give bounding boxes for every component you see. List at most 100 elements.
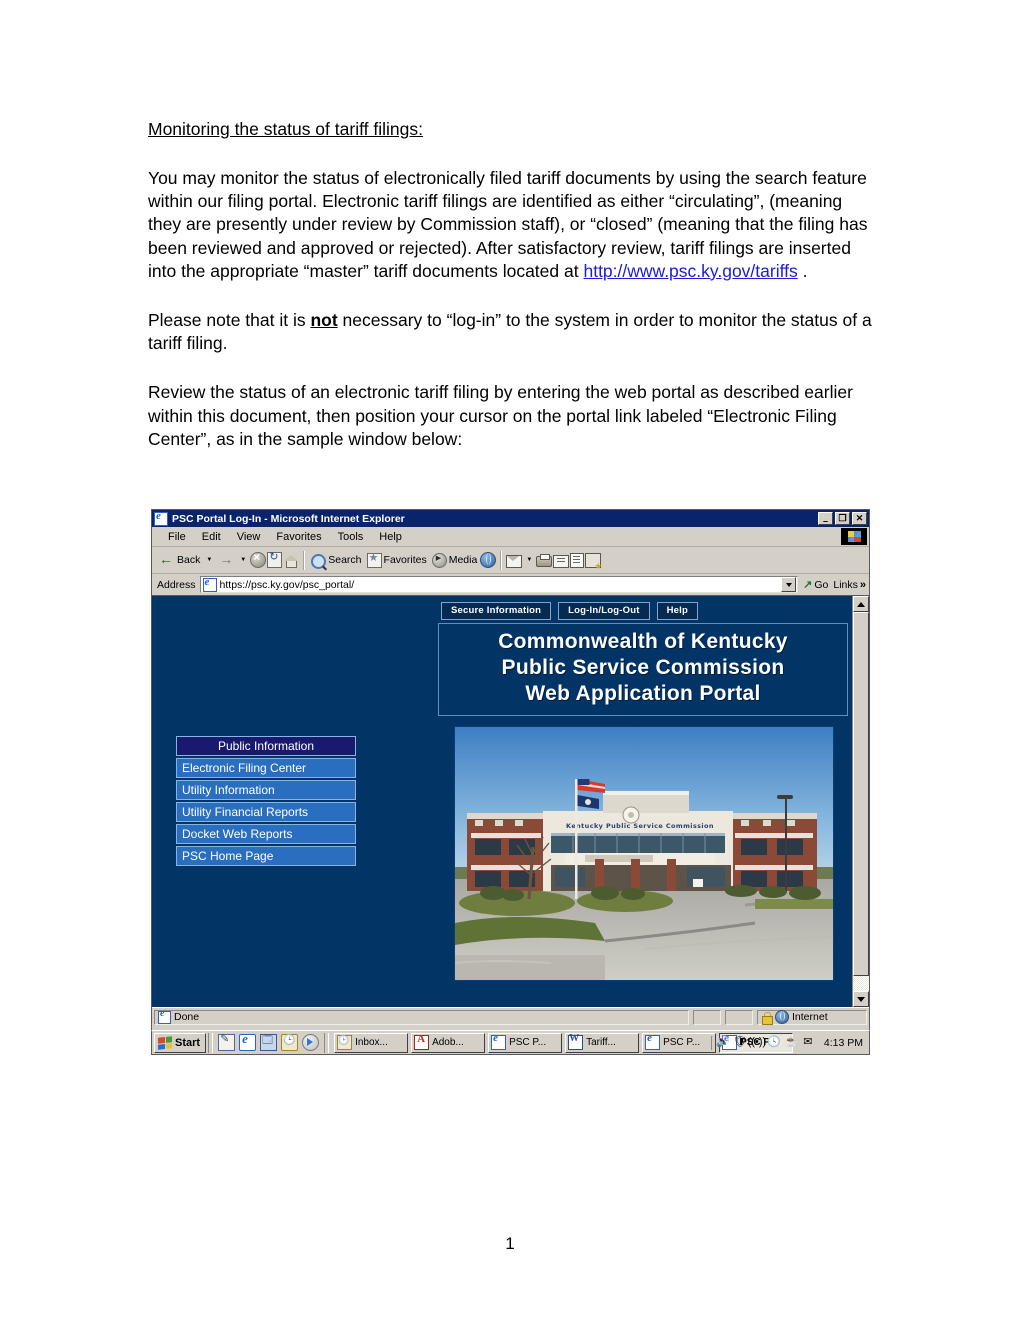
mail-dropdown-icon[interactable]: ▼ <box>523 557 535 563</box>
security-zone-pane: Internet <box>757 1009 867 1025</box>
psc-building-photo: Kentucky Public Service Commission <box>454 726 834 981</box>
browser-statusbar: Done Internet <box>152 1007 869 1026</box>
media-icon <box>431 552 447 568</box>
messenger-icon[interactable] <box>585 552 602 572</box>
scroll-down-button[interactable] <box>853 991 869 1007</box>
mail-icon[interactable] <box>506 554 523 568</box>
scrollbar-thumb[interactable] <box>853 612 869 976</box>
nav-item-utility-information[interactable]: Utility Information <box>176 780 356 800</box>
page-icon <box>202 576 217 592</box>
paragraph2-text-part1: Please note that it is <box>148 310 311 331</box>
home-icon[interactable] <box>283 553 299 568</box>
start-button[interactable]: Start <box>154 1032 207 1053</box>
portal-title-line-3: Web Application Portal <box>525 682 761 705</box>
browser-toolbar: Back ▼ ▼ Search Favorites Media ▼ <box>152 547 869 574</box>
svg-text:Kentucky Public Service Commis: Kentucky Public Service Commission <box>566 822 714 830</box>
go-arrow-icon: ↗ <box>803 579 813 591</box>
forward-button[interactable] <box>216 551 236 569</box>
internet-explorer-icon <box>154 510 168 526</box>
stop-icon[interactable] <box>250 550 267 568</box>
scroll-up-button[interactable] <box>853 596 869 612</box>
menu-item-tools[interactable]: Tools <box>330 530 372 544</box>
scroll-up-icon <box>857 601 865 607</box>
back-dropdown-icon[interactable]: ▼ <box>203 557 215 563</box>
browser-addressbar: Address https://psc.ky.gov/psc_portal/ ↗… <box>152 574 869 596</box>
menu-item-help[interactable]: Help <box>371 530 410 544</box>
search-button[interactable]: Search <box>309 551 363 570</box>
links-button[interactable]: Links » <box>833 579 869 591</box>
nav-item-public-information[interactable]: Public Information <box>176 736 356 756</box>
log-in-log-out-button[interactable]: Log-In/Log-Out <box>558 602 650 620</box>
edit-page-icon[interactable] <box>553 554 570 568</box>
internet-zone-icon <box>775 1010 789 1024</box>
task-button-psc-1-label: PSC P... <box>509 1037 547 1048</box>
refresh-icon[interactable] <box>267 550 283 568</box>
task-button-psc-2[interactable]: PSC P... <box>642 1032 717 1053</box>
paragraph2-emphasis-not: not <box>310 310 338 331</box>
taskbar-divider-1 <box>208 1032 214 1053</box>
media-button[interactable]: Media <box>430 552 480 569</box>
close-button[interactable]: ✕ <box>852 512 867 525</box>
print-icon[interactable] <box>536 554 553 567</box>
address-dropdown-button[interactable] <box>781 577 797 592</box>
paragraph-login-note: Please note that it is not necessary to … <box>148 309 874 355</box>
address-label: Address <box>157 578 196 591</box>
back-button[interactable]: Back <box>157 551 202 569</box>
tariffs-url-link[interactable]: http://www.psc.ky.gov/tariffs <box>583 261 797 281</box>
menu-item-edit[interactable]: Edit <box>194 530 229 544</box>
nav-item-utility-financial-reports[interactable]: Utility Financial Reports <box>176 802 356 822</box>
quicklaunch-internet-explorer-icon[interactable] <box>239 1031 257 1051</box>
portal-header-buttons: Secure Information Log-In/Log-Out Help <box>441 602 698 620</box>
paragraph1-text-after-link: . <box>797 260 808 281</box>
network-icon[interactable]: ((•)) <box>748 1036 767 1050</box>
scrollbar-track[interactable] <box>853 612 869 991</box>
taskbar-clock[interactable]: 4:13 PM <box>818 1037 867 1049</box>
ie-animated-logo <box>841 528 867 545</box>
volume-icon[interactable]: 🔊 <box>716 1036 730 1050</box>
back-arrow-icon <box>159 551 175 568</box>
window-controls: – ❐ ✕ <box>818 512 868 526</box>
discuss-icon[interactable] <box>570 552 585 568</box>
nav-item-docket-web-reports[interactable]: Docket Web Reports <box>176 824 356 844</box>
status-message-pane: Done <box>154 1008 689 1025</box>
document-body: Monitoring the status of tariff filings:… <box>148 118 874 477</box>
psc-portal-page: Secure Information Log-In/Log-Out Help C… <box>152 596 852 1007</box>
status-pane-3 <box>725 1009 753 1025</box>
media-button-label: Media <box>448 554 478 566</box>
history-globe-icon[interactable] <box>480 552 497 568</box>
secure-information-button[interactable]: Secure Information <box>441 602 552 620</box>
system-tray: 🔊 🛡 ((•)) 🕓 ☕ ✉ 4:13 PM <box>710 1035 867 1050</box>
paragraph-monitoring-status: You may monitor the status of electronic… <box>148 167 874 283</box>
mail-tray-icon[interactable]: ✉ <box>801 1036 815 1050</box>
minimize-button[interactable]: – <box>818 512 833 526</box>
favorites-star-icon <box>366 551 382 568</box>
task-button-inbox[interactable]: Inbox... <box>334 1032 409 1053</box>
favorites-button[interactable]: Favorites <box>365 551 429 569</box>
quicklaunch-notepad-icon[interactable] <box>218 1032 236 1051</box>
task-button-tariff-label: Tariff... <box>586 1037 616 1048</box>
menu-item-view[interactable]: View <box>229 530 269 544</box>
task-button-adobe[interactable]: Adob... <box>411 1032 486 1053</box>
paragraph-review-instructions: Review the status of an electronic tarif… <box>148 382 853 449</box>
go-button[interactable]: ↗ Go <box>798 578 833 592</box>
help-button[interactable]: Help <box>656 602 698 620</box>
task-button-psc-1[interactable]: PSC P... <box>488 1032 563 1053</box>
quicklaunch-media-player-icon[interactable] <box>302 1034 320 1051</box>
forward-dropdown-icon[interactable]: ▼ <box>237 557 249 563</box>
vertical-scrollbar[interactable] <box>852 596 869 1007</box>
security-zone-label: Internet <box>792 1011 828 1023</box>
menu-item-favorites[interactable]: Favorites <box>268 530 329 544</box>
clock-tray-icon[interactable]: 🕓 <box>767 1036 781 1050</box>
menu-item-file[interactable]: File <box>160 530 194 544</box>
windows-logo-icon <box>158 1035 172 1050</box>
java-icon[interactable]: ☕ <box>784 1036 798 1050</box>
nav-item-electronic-filing-center[interactable]: Electronic Filing Center <box>176 758 356 778</box>
antivirus-shield-icon[interactable]: 🛡 <box>733 1036 747 1050</box>
quicklaunch-outlook-icon[interactable] <box>281 1034 299 1051</box>
task-button-tariff[interactable]: Tariff... <box>565 1032 640 1053</box>
restore-button[interactable]: ❐ <box>835 512 850 525</box>
internet-explorer-icon <box>491 1034 507 1050</box>
quicklaunch-show-desktop-icon[interactable] <box>260 1033 278 1051</box>
address-input[interactable]: https://psc.ky.gov/psc_portal/ <box>199 576 799 593</box>
nav-item-psc-home-page[interactable]: PSC Home Page <box>176 846 356 866</box>
